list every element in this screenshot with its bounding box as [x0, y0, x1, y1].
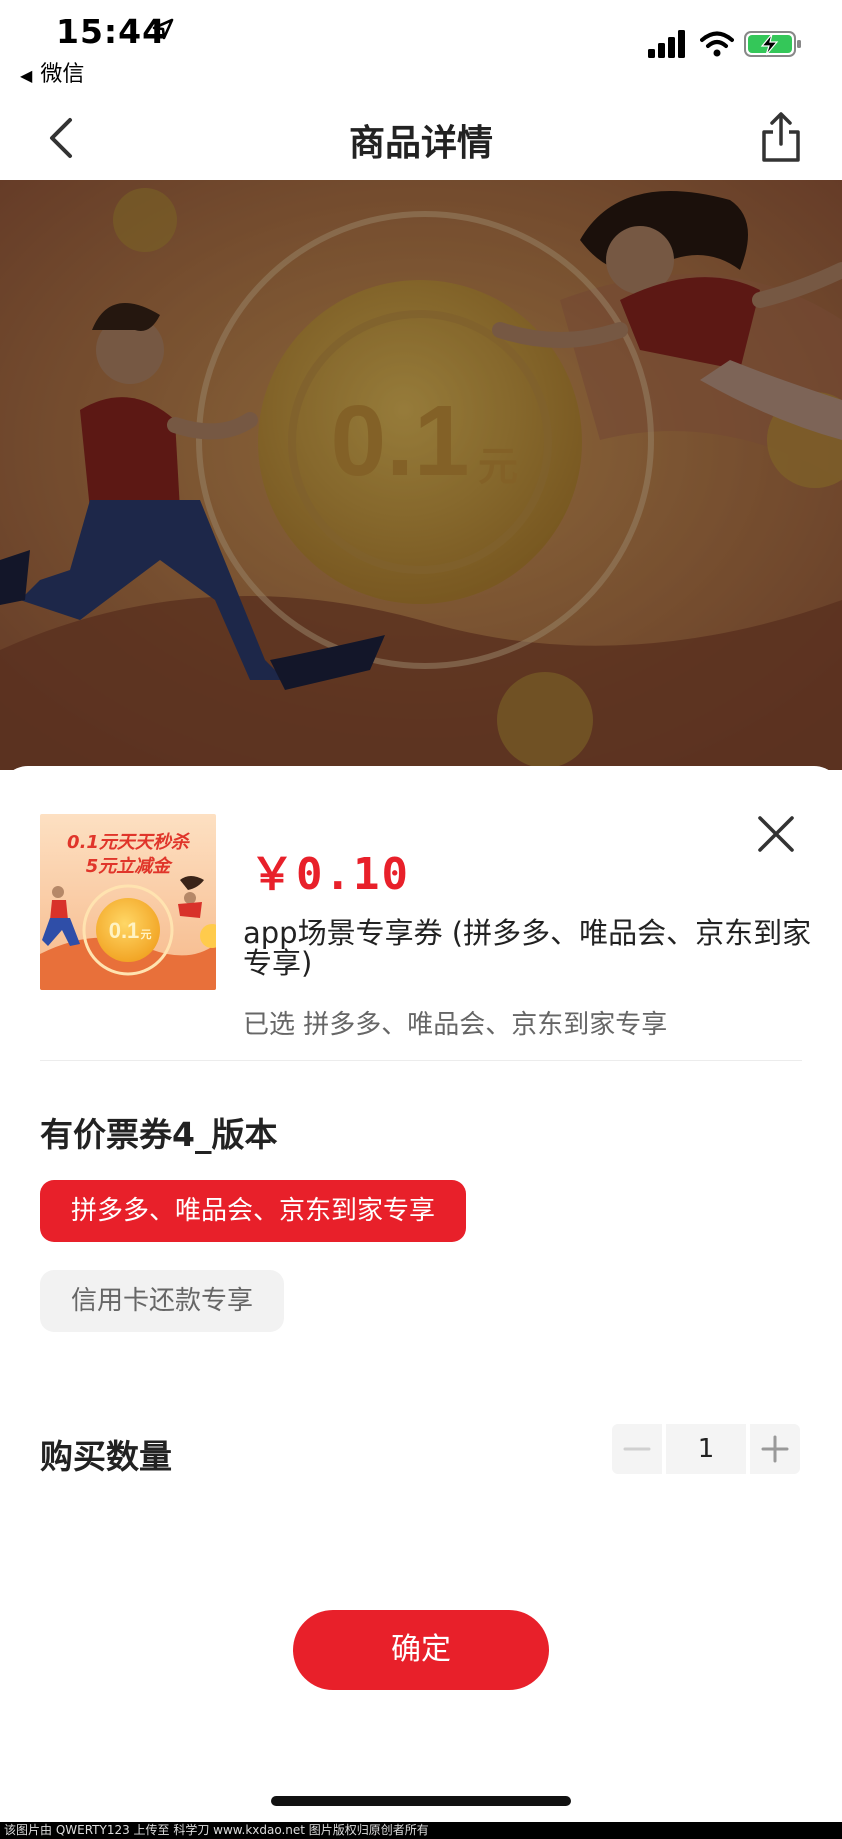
spec-option[interactable]: 信用卡还款专享 — [40, 1270, 285, 1332]
quantity-increase-button[interactable] — [750, 1424, 800, 1474]
thumbnail-coin-unit: 元 — [141, 928, 152, 941]
thumbnail-coin-text: 0.1 — [109, 918, 140, 943]
location-arrow-icon — [152, 18, 174, 40]
spec-option-selected[interactable]: 拼多多、唯品会、京东到家专享 — [40, 1180, 467, 1242]
selected-sku-text: 已选 拼多多、唯品会、京东到家专享 — [243, 1010, 668, 1040]
spec-group-title: 有价票券4_版本 — [40, 1115, 278, 1154]
battery-charging-icon — [744, 31, 801, 57]
share-icon[interactable] — [758, 110, 804, 166]
back-triangle-icon: ◀ — [20, 66, 33, 85]
quantity-label: 购买数量 — [40, 1437, 172, 1476]
cellular-signal-icon — [648, 30, 685, 58]
confirm-button[interactable]: 确定 — [293, 1610, 549, 1690]
back-to-app-link[interactable]: ◀ 微信 — [20, 56, 84, 88]
back-app-label: 微信 — [40, 62, 85, 87]
thumbnail-title-line1: 0.1元天天秒杀 — [67, 832, 190, 853]
divider — [40, 1060, 802, 1061]
quantity-decrease-button[interactable] — [612, 1424, 662, 1474]
product-price: ￥0.10 — [250, 849, 410, 900]
product-banner-image: 0.1 元 — [0, 180, 842, 770]
thumbnail-illustration: 0.1元天天秒杀 5元立减金 0.1 元 — [40, 814, 216, 990]
status-time: 15:44 — [56, 12, 167, 51]
product-thumbnail: 0.1元天天秒杀 5元立减金 0.1 元 — [40, 814, 216, 990]
banner-illustration: 0.1 元 — [0, 180, 842, 770]
wifi-icon — [700, 31, 734, 57]
watermark-text: 该图片由 QWERTY123 上传至 科学刀 www.kxdao.net 图片版… — [0, 1822, 842, 1839]
thumbnail-title-line2: 5元立减金 — [86, 856, 174, 877]
plus-icon — [761, 1435, 789, 1463]
close-icon[interactable] — [752, 810, 800, 858]
minus-icon — [623, 1447, 651, 1451]
nav-bar: 商品详情 — [0, 96, 842, 180]
sku-selection-sheet: 0.1元天天秒杀 5元立减金 0.1 元 ￥0.10 app场景专享券 (拼多多… — [0, 766, 842, 1839]
page-title: 商品详情 — [348, 123, 493, 164]
quantity-value[interactable]: 1 — [666, 1424, 746, 1474]
status-bar: 15:44 ◀ 微信 — [0, 0, 842, 96]
home-indicator — [271, 1796, 571, 1806]
product-name: app场景专享券 (拼多多、唯品会、京东到家专享) — [243, 916, 812, 980]
